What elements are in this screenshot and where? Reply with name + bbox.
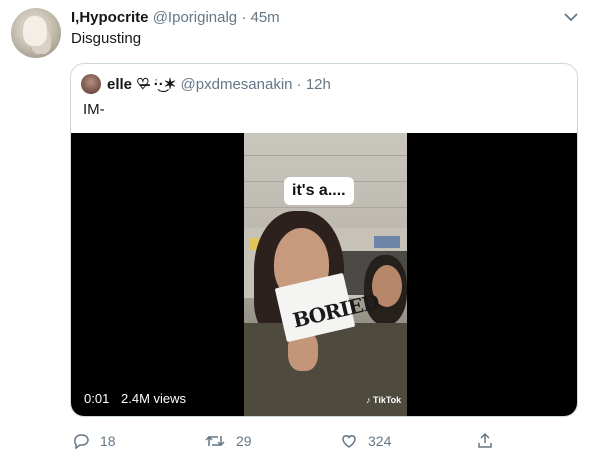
tweet-header: I,Hypocrite @Iporiginalg · 45m — [71, 9, 280, 26]
separator: · — [241, 9, 247, 26]
reply-icon — [72, 432, 90, 450]
tiktok-watermark: ♪ TikTok — [366, 395, 401, 405]
like-button[interactable]: 324 — [340, 432, 391, 450]
video-views: 2.4M views — [116, 388, 192, 410]
retweet-count: 29 — [236, 433, 252, 449]
video-duration: 0:01 — [79, 388, 115, 410]
like-icon — [340, 432, 358, 450]
retweet-button[interactable]: 29 — [204, 432, 252, 450]
quoted-display-name: elle ♡̶ ͘·͜·✶ — [107, 76, 177, 93]
quoted-handle: @pxdmesanakin — [180, 76, 293, 93]
like-count: 324 — [368, 433, 392, 449]
quoted-avatar[interactable] — [81, 74, 101, 94]
timestamp[interactable]: 45m — [251, 9, 280, 26]
retweet-icon — [204, 432, 226, 450]
video-player[interactable]: BORIED it's a.... ♪ TikTok 0:01 2.4M vie… — [71, 133, 577, 416]
chevron-down-icon[interactable] — [562, 10, 580, 24]
tiktok-label: TikTok — [373, 395, 402, 405]
video-frame[interactable]: BORIED it's a.... ♪ TikTok — [244, 133, 407, 416]
quoted-separator: · — [296, 76, 302, 93]
video-caption: it's a.... — [284, 177, 354, 205]
display-name[interactable]: I,Hypocrite — [71, 9, 149, 26]
share-button[interactable] — [476, 432, 494, 450]
share-icon — [476, 432, 494, 450]
quoted-tweet[interactable]: elle ♡̶ ͘·͜·✶ @pxdmesanakin · 12h IM- BO… — [70, 63, 578, 417]
reply-button[interactable]: 18 — [72, 432, 116, 450]
quoted-timestamp: 12h — [305, 76, 331, 93]
tiktok-icon: ♪ — [366, 395, 371, 405]
reply-count: 18 — [100, 433, 116, 449]
handle[interactable]: @Iporiginalg — [153, 9, 237, 26]
quoted-header: elle ♡̶ ͘·͜·✶ @pxdmesanakin · 12h — [107, 75, 331, 93]
quoted-text: IM- — [83, 101, 105, 118]
avatar[interactable] — [11, 8, 61, 58]
tweet-text: Disgusting — [71, 30, 142, 47]
